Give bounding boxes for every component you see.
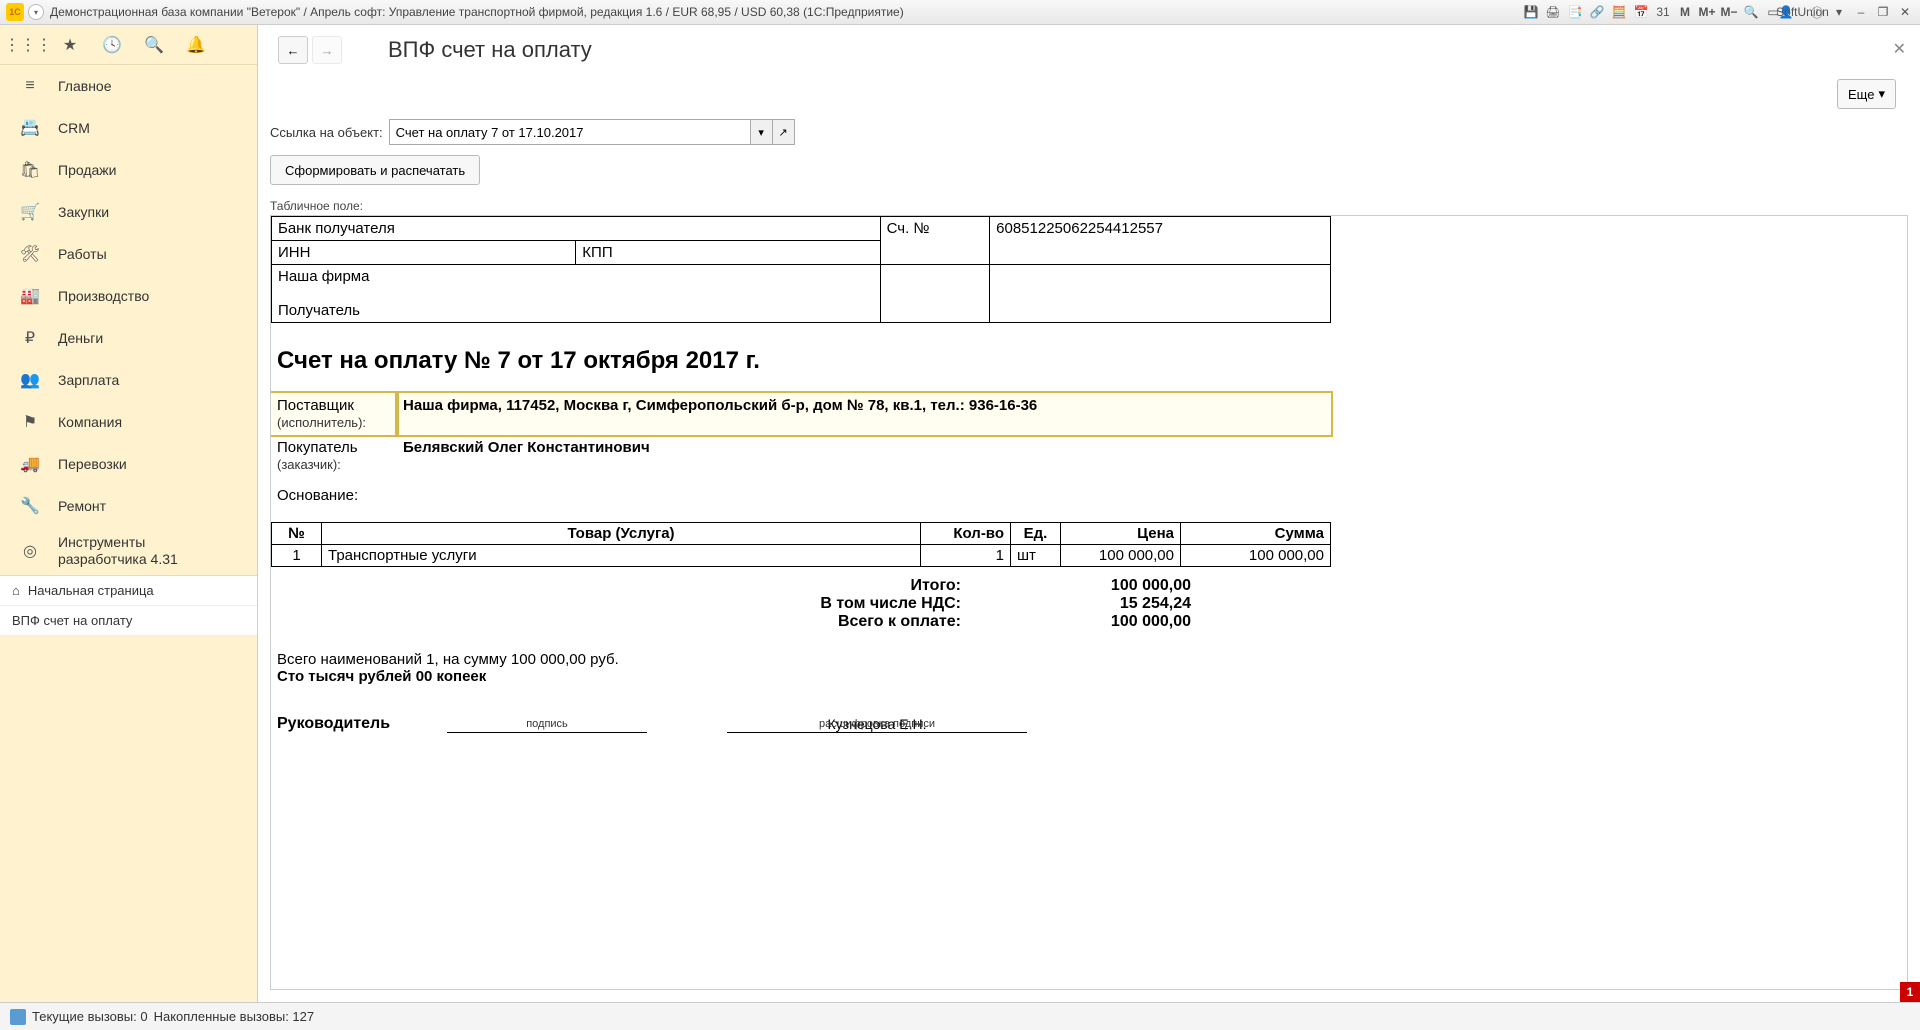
memory-mplus-icon[interactable]: M+ (1698, 3, 1716, 21)
sidebar-item-devtools[interactable]: ◎Инструменты разработчика 4.31 (0, 527, 257, 575)
invoice-heading: Счет на оплату № 7 от 17 октября 2017 г. (271, 323, 1331, 393)
form-print-button[interactable]: Сформировать и распечатать (270, 155, 480, 185)
sidebar-item-production[interactable]: 🏭Производство (0, 275, 257, 317)
search-icon[interactable]: 🔍 (144, 35, 164, 55)
summary-block: Всего наименований 1, на сумму 100 000,0… (271, 651, 1331, 685)
forward-button[interactable]: → (312, 36, 342, 64)
bank-recipient-cell: Банк получателя (272, 217, 881, 241)
sidebar-item-sales[interactable]: 🛍Продажи (0, 149, 257, 191)
error-badge[interactable]: 1 (1900, 982, 1920, 1002)
app-logo-icon: 1C (6, 3, 24, 21)
our-company-cell: Наша фирмаПолучатель (272, 265, 881, 323)
sidebar-item-company[interactable]: ⚑Компания (0, 401, 257, 443)
close-tab-icon[interactable]: ✕ (1893, 39, 1906, 59)
link-icon[interactable]: 🔗 (1588, 3, 1606, 21)
home-icon: ⌂ (12, 583, 20, 598)
link-label: Ссылка на объект: (270, 125, 383, 140)
content-area: ← → ВПФ счет на оплату ✕ Еще ▾ Ссылка на… (258, 25, 1920, 1002)
name-line: Кузнецова Е.Н.расшифровка подписи (727, 716, 1027, 733)
history-icon[interactable]: 🕓 (102, 35, 122, 55)
info-icon[interactable]: ⓘ (1808, 3, 1826, 21)
factory-icon: 🏭 (20, 286, 40, 306)
menu-icon: ≡ (20, 77, 40, 95)
supplier-value: Наша фирма, 117452, Москва г, Симферопол… (397, 393, 1331, 435)
acc-no-value-cell: 60851225062254412557 (990, 217, 1331, 265)
cart-icon: 🛒 (20, 202, 40, 222)
acc-no-label-cell: Сч. № (880, 217, 990, 265)
items-table: № Товар (Услуга) Кол-во Ед. Цена Сумма 1… (271, 522, 1331, 567)
sidebar-item-works[interactable]: 🛠Работы (0, 233, 257, 275)
table-field-label: Табличное поле: (258, 191, 1920, 215)
notifications-icon[interactable]: 🔔 (186, 35, 206, 55)
window-title: Демонстрационная база компании "Ветерок"… (50, 5, 1522, 19)
accumulated-calls: Накопленные вызовы: 127 (154, 1009, 315, 1024)
sidebar-item-crm[interactable]: 📇CRM (0, 107, 257, 149)
compare-icon[interactable]: 📑 (1566, 3, 1584, 21)
current-calls: Текущие вызовы: 0 (32, 1009, 148, 1024)
link-input[interactable] (389, 119, 751, 145)
back-button[interactable]: ← (278, 36, 308, 64)
status-icon (10, 1009, 26, 1025)
maximize-icon[interactable]: ❐ (1874, 3, 1892, 21)
link-dropdown-button[interactable]: ▾ (751, 119, 773, 145)
gear-icon: ◎ (20, 541, 40, 561)
app-menu-dropdown[interactable]: ▾ (28, 4, 44, 20)
sidebar: ⋮⋮⋮ ★ 🕓 🔍 🔔 ≡Главное 📇CRM 🛍Продажи 🛒Заку… (0, 25, 258, 1002)
crm-icon: 📇 (20, 118, 40, 138)
apps-icon[interactable]: ⋮⋮⋮ (18, 35, 38, 55)
status-bar: Текущие вызовы: 0 Накопленные вызовы: 12… (0, 1002, 1920, 1030)
user-label[interactable]: 👤 SoftUnion (1786, 3, 1804, 21)
zoom-icon[interactable]: 🔍 (1742, 3, 1760, 21)
calc-icon[interactable]: 🧮 (1610, 3, 1628, 21)
chevron-down-icon: ▾ (1878, 86, 1885, 102)
calendar-icon[interactable]: 📅 (1632, 3, 1650, 21)
date-icon[interactable]: 31 (1654, 3, 1672, 21)
open-page-invoice[interactable]: ВПФ счет на оплату (0, 606, 257, 636)
truck-icon: 🚚 (20, 454, 40, 474)
memory-mminus-icon[interactable]: M− (1720, 3, 1738, 21)
flag-icon: ⚑ (20, 412, 40, 432)
people-icon: 👥 (20, 370, 40, 390)
sidebar-item-salary[interactable]: 👥Зарплата (0, 359, 257, 401)
close-icon[interactable]: ✕ (1896, 3, 1914, 21)
link-open-button[interactable]: ↗ (773, 119, 795, 145)
buyer-value: Белявский Олег Константинович (397, 435, 1331, 477)
totals-block: Итого:100 000,00 В том числе НДС:15 254,… (271, 577, 1331, 631)
parties-table: Поставщик(исполнитель): Наша фирма, 1174… (271, 393, 1331, 514)
sidebar-toolbar: ⋮⋮⋮ ★ 🕓 🔍 🔔 (0, 25, 257, 65)
sidebar-item-transport[interactable]: 🚚Перевозки (0, 443, 257, 485)
kpp-cell: КПП (576, 241, 880, 265)
more-button[interactable]: Еще ▾ (1837, 79, 1896, 109)
signature-line: подпись (447, 716, 647, 733)
page-title: ВПФ счет на оплату (388, 37, 592, 63)
document-viewport[interactable]: Банк получателя Сч. № 608512250622544125… (270, 215, 1908, 990)
bag-icon: 🛍 (20, 160, 40, 180)
sidebar-item-purchases[interactable]: 🛒Закупки (0, 191, 257, 233)
bank-details-table: Банк получателя Сч. № 608512250622544125… (271, 216, 1331, 323)
table-row: 1 Транспортные услуги 1 шт 100 000,00 10… (272, 545, 1331, 567)
ruble-icon: ₽ (20, 328, 40, 348)
tools-icon: 🛠 (20, 244, 40, 264)
minimize-icon[interactable]: – (1852, 3, 1870, 21)
print-icon[interactable]: 🖨 (1544, 3, 1562, 21)
dropdown-icon[interactable]: ▾ (1830, 3, 1848, 21)
sidebar-item-repair[interactable]: 🔧Ремонт (0, 485, 257, 527)
save-icon[interactable]: 💾 (1522, 3, 1540, 21)
signature-row: Руководитель подпись Кузнецова Е.Н.расши… (271, 715, 1331, 733)
title-bar: 1C ▾ Демонстрационная база компании "Вет… (0, 0, 1920, 25)
memory-m-icon[interactable]: M (1676, 3, 1694, 21)
sidebar-item-money[interactable]: ₽Деньги (0, 317, 257, 359)
wrench-icon: 🔧 (20, 496, 40, 516)
inn-cell: ИНН (272, 241, 576, 265)
favorites-icon[interactable]: ★ (60, 35, 80, 55)
open-page-home[interactable]: ⌂Начальная страница (0, 576, 257, 606)
sidebar-item-main[interactable]: ≡Главное (0, 65, 257, 107)
